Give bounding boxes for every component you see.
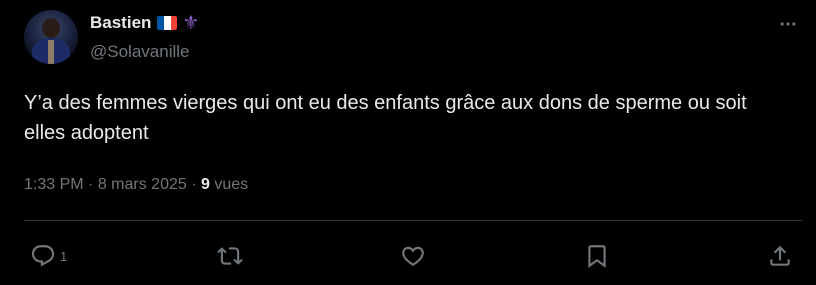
meta-separator: · xyxy=(191,176,197,193)
meta-separator: · xyxy=(88,176,94,193)
tweet: Bastien ⚜ @Solavanille Y’a des femmes vi… xyxy=(0,0,816,285)
author-name-row[interactable]: Bastien ⚜ xyxy=(90,12,199,34)
more-options-button[interactable] xyxy=(774,12,802,36)
tweet-date[interactable]: 8 mars 2025 xyxy=(98,176,187,193)
divider xyxy=(24,220,802,221)
views-label: vues xyxy=(214,176,249,193)
bookmark-icon xyxy=(588,245,606,268)
author-handle[interactable]: @Solavanille xyxy=(90,42,189,62)
views-count: 9 xyxy=(201,176,210,193)
avatar[interactable] xyxy=(24,10,78,64)
bookmark-button[interactable] xyxy=(584,240,610,272)
like-button[interactable] xyxy=(400,240,426,272)
tweet-text: Y’a des femmes vierges qui ont eu des en… xyxy=(24,92,747,144)
reply-icon xyxy=(31,245,55,267)
tweet-meta: 1:33 PM · 8 mars 2025 · 9 vues xyxy=(24,176,248,194)
avatar-head xyxy=(42,18,60,38)
tweet-time[interactable]: 1:33 PM xyxy=(24,176,84,193)
reply-button[interactable]: 1 xyxy=(30,240,67,272)
france-flag-icon xyxy=(157,16,178,30)
share-button[interactable] xyxy=(767,240,793,272)
avatar-detail xyxy=(48,40,54,64)
repost-button[interactable] xyxy=(217,240,243,272)
reply-count: 1 xyxy=(60,248,68,264)
author-display-name[interactable]: Bastien xyxy=(90,13,151,33)
share-icon xyxy=(770,245,790,266)
more-horizontal-icon xyxy=(780,22,796,26)
heart-icon xyxy=(402,246,424,266)
repost-icon xyxy=(217,247,243,265)
fleur-de-lis-icon: ⚜ xyxy=(182,12,200,34)
